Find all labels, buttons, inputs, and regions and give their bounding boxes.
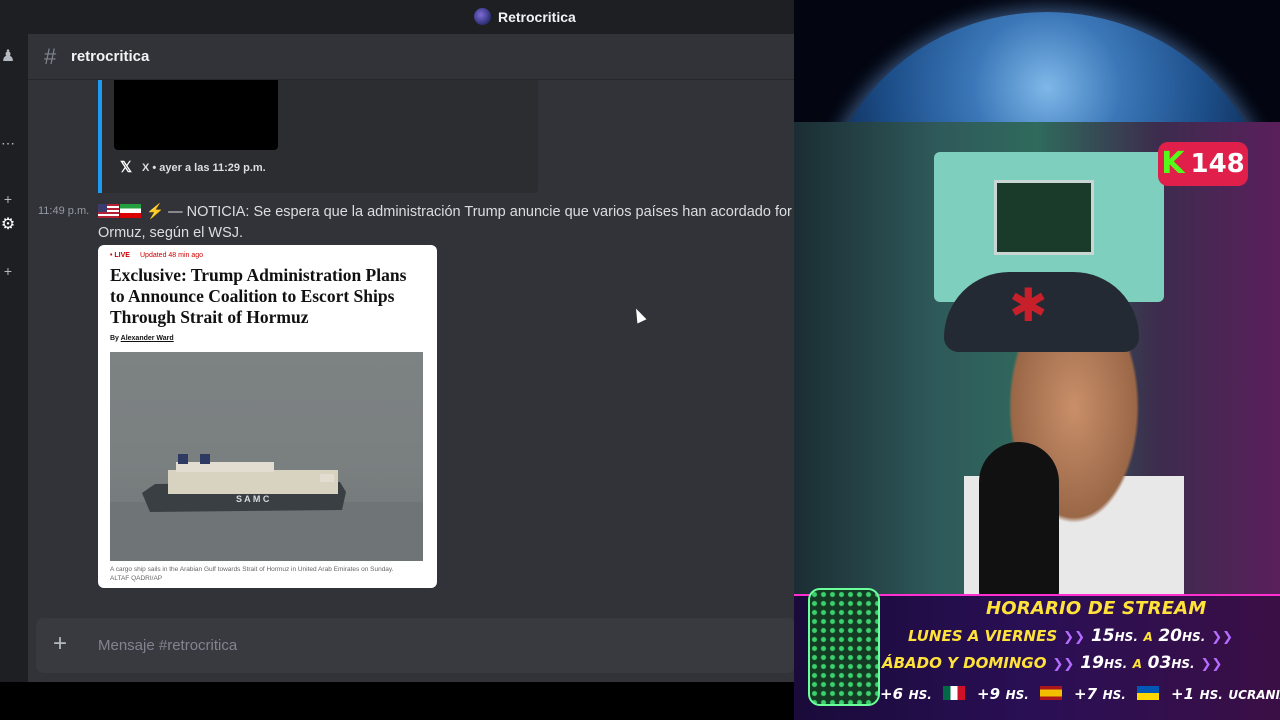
tz-country: UCRANIA: [1228, 688, 1280, 702]
byline-author: Alexander Ward: [120, 335, 174, 342]
updated-label: Updated 48 min ago: [140, 252, 204, 259]
schedule-sep: A: [1132, 657, 1143, 671]
settings-gear-icon[interactable]: ⚙: [0, 217, 16, 233]
radar-screen-prop: [994, 180, 1094, 255]
channel-hash-icon: #: [44, 44, 57, 69]
message-text-line-1: — NOTICIA: Se espera que la administraci…: [168, 204, 792, 220]
news-byline: By Alexander Ward: [110, 335, 174, 342]
spain-flag-icon: [1040, 686, 1063, 700]
news-image-attachment[interactable]: • LIVE Updated 48 min ago Exclusive: Tru…: [98, 245, 437, 588]
kick-logo-icon: K: [1161, 146, 1185, 181]
lightning-icon: ⚡: [146, 204, 165, 220]
channel-name: retrocritica: [71, 48, 150, 65]
live-badge: • LIVE: [110, 252, 130, 259]
news-headline: Exclusive: Trump Administration Plans to…: [110, 265, 407, 327]
schedule-from-unit: HS.: [1103, 657, 1128, 671]
title-bar: Retrocritica: [0, 0, 794, 34]
tz-unit: HS.: [908, 688, 932, 702]
schedule-days: LUNES A VIERNES: [908, 627, 1058, 645]
timezone-row: +6 HS. +9 HS. +7 HS. +1 HS. UCRANIA: [880, 684, 1280, 703]
message-timestamp: 11:49 p.m.: [38, 205, 90, 217]
double-chevron-icon: ❯❯: [1052, 657, 1075, 672]
kick-viewer-badge: K 148: [1158, 142, 1248, 186]
tz-offset: +7: [1074, 685, 1098, 703]
usa-flag-icon: [98, 204, 119, 218]
app-title-group: Retrocritica: [474, 8, 576, 25]
mascot-cactus-icon: [808, 588, 880, 706]
photo-credit: ALTAF QADRI/AP: [110, 575, 163, 582]
channel-header: # retrocritica: [28, 34, 794, 80]
add-icon[interactable]: +: [0, 192, 16, 206]
microphone: [979, 442, 1059, 598]
tz-offset: +1: [1171, 685, 1195, 703]
byline-prefix: By: [110, 335, 121, 342]
double-chevron-icon: ❯❯: [1063, 630, 1085, 645]
ukraine-flag-icon: [1137, 686, 1160, 700]
schedule-title: HORARIO DE STREAM: [986, 598, 1207, 619]
tz-offset: +9: [977, 685, 1001, 703]
ship-illustration: S A M C: [110, 454, 423, 561]
embed-footer: X • ayer a las 11:29 p.m.: [142, 162, 266, 174]
earth-image: [822, 12, 1272, 122]
schedule-to: 20: [1158, 626, 1183, 646]
schedule-from-unit: HS.: [1114, 630, 1138, 644]
ship-name-text: S A M C: [236, 494, 270, 504]
message-line-1: ⚡ — NOTICIA: Se espera que la administrac…: [98, 202, 794, 223]
viewer-count: 148: [1190, 149, 1245, 179]
message-content: ⚡ — NOTICIA: Se espera que la administrac…: [98, 202, 794, 244]
red-star-icon: ✱: [1009, 279, 1048, 331]
chat-message[interactable]: 11:49 p.m. ⚡ — NOTICIA: Se espera que la …: [28, 196, 794, 596]
tz-offset: +6: [880, 685, 904, 703]
webcam-feed: ✱: [794, 122, 1280, 598]
schedule-from: 15: [1090, 626, 1115, 646]
schedule-to: 03: [1147, 653, 1172, 673]
friends-icon[interactable]: ♟: [0, 49, 16, 65]
message-input[interactable]: [98, 634, 698, 656]
schedule-row: LUNES A VIERNES ❯❯ 15HS. A 20HS. ❯❯: [908, 626, 1239, 646]
mexico-flag-icon: [943, 686, 966, 700]
discord-window: Retrocritica ♟ ⋯ + ⚙ + # retrocritica 𝕏 …: [0, 0, 794, 682]
cargo-ship-photo: S A M C: [110, 352, 423, 561]
previous-embed[interactable]: 𝕏 X • ayer a las 11:29 p.m.: [98, 80, 538, 193]
iran-flag-icon: [120, 204, 141, 218]
schedule-days: ÁBADO Y DOMINGO: [882, 654, 1047, 672]
space-background: [794, 0, 1280, 122]
schedule-from: 19: [1080, 653, 1104, 673]
schedule-row: ÁBADO Y DOMINGO ❯❯ 19HS. A 03HS. ❯❯: [882, 653, 1228, 673]
add-server-icon[interactable]: +: [0, 264, 16, 278]
x-logo-icon: 𝕏: [119, 159, 133, 176]
server-logo-icon: [474, 8, 491, 25]
message-composer[interactable]: +: [36, 618, 794, 673]
schedule-sep: A: [1143, 630, 1153, 644]
photo-caption: A cargo ship sails in the Arabian Gulf t…: [110, 565, 425, 583]
message-text-line-2: Ormuz, según el WSJ.: [98, 225, 244, 241]
stream-overlay: ✱ K 148 HORARIO DE STREAM LUNES A VIERNE…: [794, 0, 1280, 720]
window-title: Retrocritica: [498, 8, 576, 25]
more-icon[interactable]: ⋯: [0, 136, 16, 150]
stream-schedule-banner: HORARIO DE STREAM LUNES A VIERNES ❯❯ 15HS.…: [794, 588, 1280, 720]
double-chevron-icon: ❯❯: [1211, 630, 1234, 645]
schedule-to-unit: HS.: [1182, 630, 1206, 644]
embed-thumbnail[interactable]: [114, 80, 278, 150]
caption-text: A cargo ship sails in the Arabian Gulf t…: [110, 566, 394, 573]
schedule-to-unit: HS.: [1171, 657, 1195, 671]
attach-plus-icon[interactable]: +: [53, 632, 67, 656]
double-chevron-icon: ❯❯: [1200, 657, 1223, 672]
tz-unit: HS.: [1102, 688, 1126, 702]
server-rail: ♟ ⋯ + ⚙ +: [0, 34, 28, 682]
tz-unit: HS.: [1199, 688, 1223, 702]
tz-unit: HS.: [1005, 688, 1029, 702]
